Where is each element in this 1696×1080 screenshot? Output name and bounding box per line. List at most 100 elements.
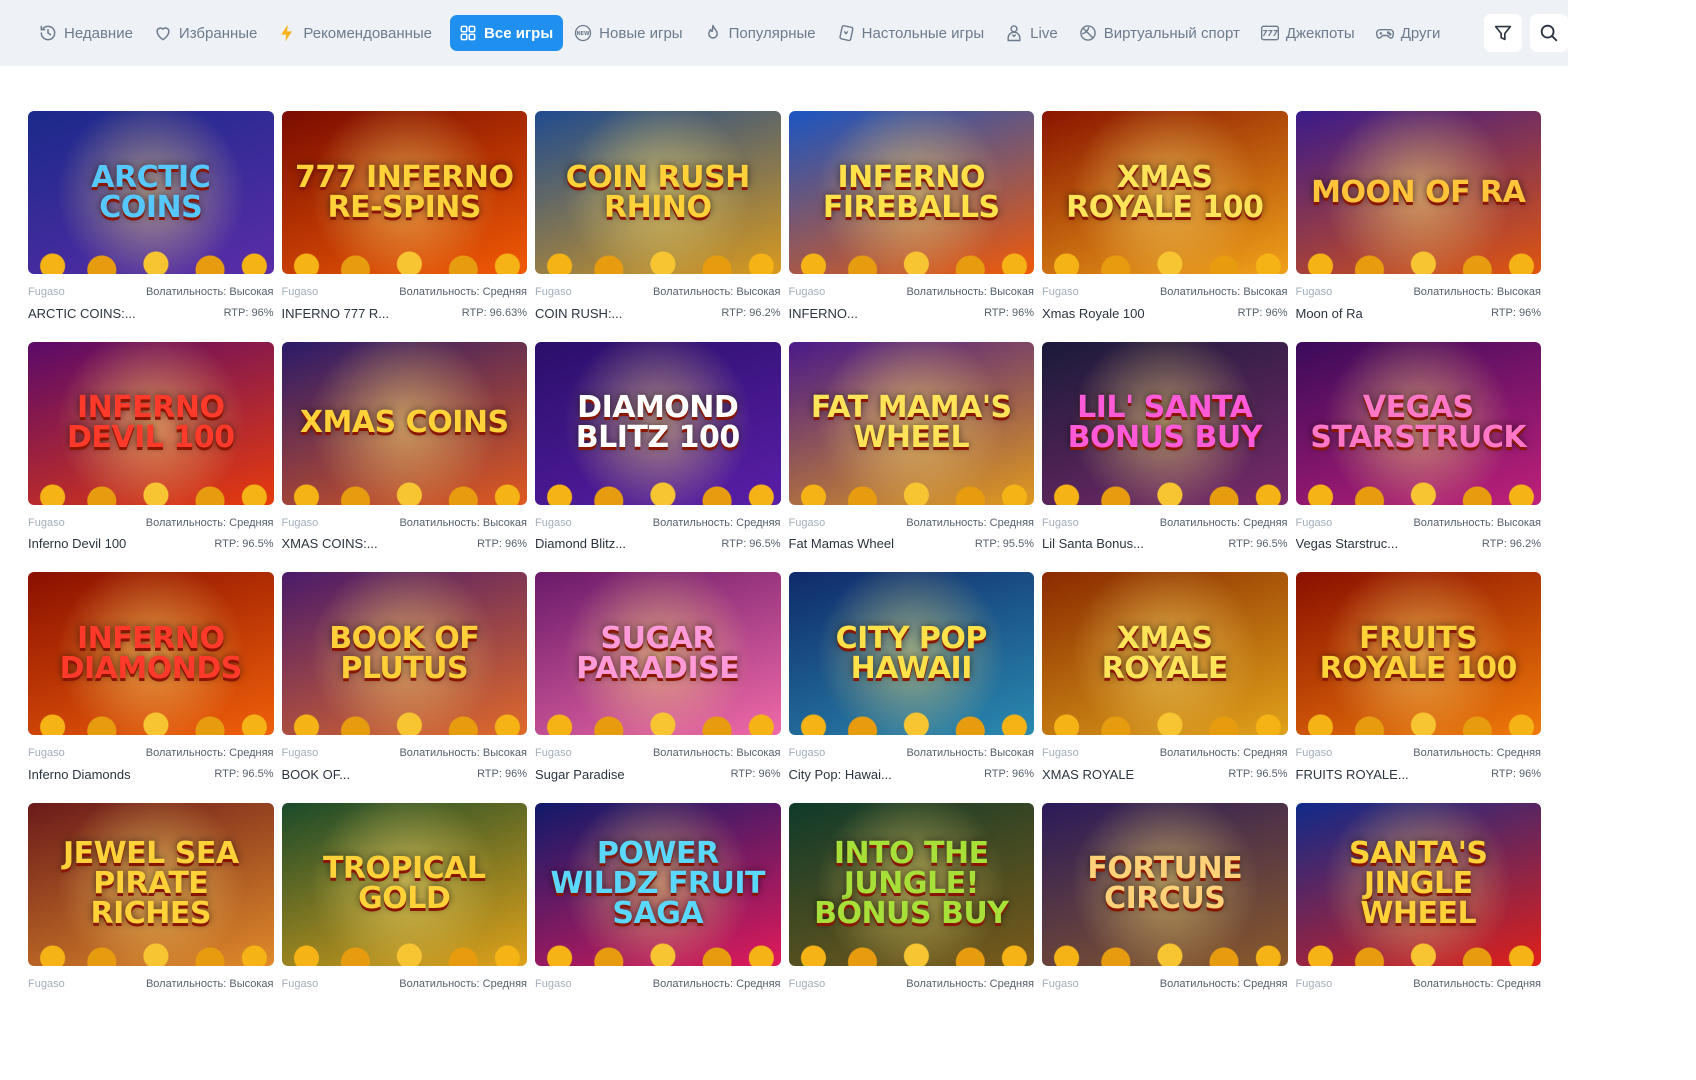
game-meta-top: Fugaso Волатильность: Средняя (282, 285, 528, 299)
game-name[interactable]: COIN RUSH:... (535, 306, 622, 321)
game-thumbnail[interactable]: Inferno Fireballs (788, 111, 1034, 274)
game-thumbnail[interactable]: Into the Jungle! Bonus Buy (788, 802, 1034, 966)
game-card[interactable]: Xmas Royale Fugaso Волатильность: Средняя X… (1042, 572, 1288, 803)
game-volatility: Волатильность: Средняя (906, 977, 1034, 990)
game-name[interactable]: Sugar Paradise (535, 767, 625, 782)
game-thumbnail[interactable]: Jewel Sea Pirate Riches (28, 802, 274, 966)
game-thumbnail[interactable]: Fat Mama's Wheel (788, 341, 1034, 505)
game-card[interactable]: Book of Plutus Fugaso Волатильность: Высок… (281, 572, 527, 803)
game-thumbnail[interactable]: City Pop Hawaii (788, 572, 1034, 735)
game-name[interactable]: BOOK OF... (282, 767, 351, 782)
game-name[interactable]: Inferno Devil 100 (28, 536, 126, 551)
thumbnail-coins (281, 476, 527, 505)
game-meta-top: Fugaso Волатильность: Высокая (789, 285, 1035, 299)
game-name[interactable]: Xmas Royale 100 (1042, 306, 1145, 321)
game-provider: Fugaso (535, 286, 572, 298)
game-card[interactable]: Arctic Coins Fugaso Волатильность: Высокая… (28, 111, 274, 342)
game-card[interactable]: Into the Jungle! Bonus Buy Fugaso Волатиль… (788, 802, 1034, 1034)
game-meta-bottom: Moon of Ra RTP: 96% (1296, 304, 1542, 322)
game-thumbnail[interactable]: Santa's Jingle Wheel (1295, 802, 1541, 966)
game-thumbnail[interactable]: Xmas Royale (1042, 572, 1288, 735)
game-thumbnail[interactable]: 777 Inferno Re-Spins (281, 111, 527, 274)
game-name[interactable]: FRUITS ROYALE... (1296, 767, 1409, 782)
thumbnail-coins (1295, 937, 1541, 966)
game-thumbnail[interactable]: Moon of Ra (1295, 111, 1541, 274)
game-thumbnail[interactable]: Power Wildz Fruit Saga (535, 802, 781, 966)
game-card[interactable]: Jewel Sea Pirate Riches Fugaso Волатильнос… (28, 802, 274, 1034)
game-card[interactable]: Inferno Diamonds Fugaso Волатильность: Сре… (28, 572, 274, 803)
game-volatility: Волатильность: Высокая (145, 286, 274, 298)
game-card[interactable]: Santa's Jingle Wheel Fugaso Волатильность:… (1295, 802, 1541, 1034)
game-card[interactable]: Inferno Fireballs Fugaso Волатильность: Вы… (788, 111, 1035, 342)
game-card[interactable]: Sugar Paradise Fugaso Волатильность: Высок… (535, 572, 781, 803)
game-card[interactable]: Moon of Ra Fugaso Волатильность: Высокая Mo… (1295, 111, 1542, 342)
game-card[interactable]: Vegas Starstruck Fugaso Волатильность: Выс… (1295, 341, 1541, 573)
game-thumbnail[interactable]: Lil' Santa Bonus Buy (1042, 341, 1288, 505)
game-card[interactable]: Fortune Circus Fugaso Волатильность: Средн… (1042, 802, 1288, 1034)
game-thumbnail[interactable]: Arctic Coins (28, 111, 274, 274)
tab-ball[interactable]: Виртуальный спорт (1076, 15, 1250, 51)
game-name[interactable]: City Pop: Hawai... (789, 767, 892, 782)
game-card[interactable]: 777 Inferno Re-Spins Fugaso Волатильность:… (281, 111, 528, 342)
game-thumbnail[interactable]: Inferno Devil 100 (28, 341, 274, 505)
tab-heart[interactable]: Избранные (151, 15, 267, 51)
game-card[interactable]: Inferno Devil 100 Fugaso Волатильность: Ср… (28, 341, 274, 573)
game-card[interactable]: Tropical Gold Fugaso Волатильность: Средня… (281, 802, 527, 1034)
game-logo-text: Vegas Starstruck (1310, 390, 1527, 455)
game-name[interactable]: INFERNO 777 R... (282, 306, 390, 321)
game-name[interactable]: Inferno Diamonds (28, 767, 131, 782)
game-card[interactable]: Diamond Blitz 100 Fugaso Волатильность: Ср… (535, 341, 781, 573)
game-card[interactable]: Lil' Santa Bonus Buy Fugaso Волатильность:… (1042, 341, 1288, 573)
game-card[interactable]: Fruits Royale 100 Fugaso Волатильность: Ср… (1295, 572, 1541, 803)
game-volatility: Волатильность: Средняя (1159, 516, 1288, 529)
thumbnail-coins (28, 937, 274, 966)
tab-777[interactable]: 777 Джекпоты (1258, 15, 1365, 51)
game-name[interactable]: Diamond Blitz... (535, 536, 626, 551)
tab-lightning[interactable]: Рекомендованные (275, 15, 442, 51)
game-thumbnail[interactable]: Fruits Royale 100 (1295, 572, 1541, 735)
game-card[interactable]: City Pop Hawaii Fugaso Волатильность: Высо… (788, 572, 1034, 803)
game-card[interactable]: Coin Rush Rhino Fugaso Волатильность: Высо… (535, 111, 781, 342)
game-rtp: RTP: 96% (477, 768, 527, 780)
game-logo-text: Sugar Paradise (576, 620, 740, 686)
search-button[interactable] (1530, 14, 1568, 52)
game-name[interactable]: INFERNO... (789, 306, 858, 321)
tab-new-badge[interactable]: NEW Новые игры (571, 15, 692, 51)
game-thumbnail[interactable]: Inferno Diamonds (28, 572, 274, 735)
game-thumbnail[interactable]: Coin Rush Rhino (535, 111, 781, 274)
game-thumbnail[interactable]: Vegas Starstruck (1295, 341, 1541, 505)
game-thumbnail[interactable]: Fortune Circus (1042, 802, 1288, 966)
game-thumbnail[interactable]: Xmas Coins (281, 341, 527, 505)
777-icon: 777 (1260, 23, 1280, 43)
game-volatility: Волатильность: Высокая (145, 977, 274, 990)
thumbnail-coins (788, 937, 1034, 966)
game-card[interactable]: Xmas Coins Fugaso Волатильность: Высокая XM… (281, 341, 527, 573)
tab-fire[interactable]: Популярные (701, 15, 826, 51)
game-card[interactable]: Power Wildz Fruit Saga Fugaso Волатильност… (535, 802, 781, 1034)
tab-history[interactable]: Недавние (36, 15, 143, 51)
game-thumbnail[interactable]: Book of Plutus (281, 572, 527, 735)
tab-label: Виртуальный спорт (1103, 24, 1240, 42)
game-card[interactable]: Fat Mama's Wheel Fugaso Волатильность: Сре… (788, 341, 1034, 573)
game-logo-text: Into the Jungle! Bonus Buy (814, 836, 1009, 931)
game-volatility: Волатильность: Средняя (1159, 747, 1288, 759)
game-name[interactable]: Fat Mamas Wheel (789, 536, 894, 551)
filter-button[interactable] (1484, 14, 1522, 52)
game-rtp: RTP: 96% (1491, 307, 1541, 319)
game-thumbnail[interactable]: Sugar Paradise (535, 572, 781, 735)
game-name[interactable]: XMAS ROYALE (1042, 767, 1134, 782)
tab-cards[interactable]: Настольные игры (834, 15, 995, 51)
game-provider: Fugaso (1295, 747, 1333, 759)
game-name[interactable]: ARCTIC COINS:... (28, 306, 136, 321)
game-card[interactable]: Xmas Royale 100 Fugaso Волатильность: Высо… (1042, 111, 1288, 342)
game-name[interactable]: XMAS COINS:... (282, 536, 378, 551)
game-name[interactable]: Vegas Starstruc... (1296, 536, 1399, 551)
game-name[interactable]: Lil Santa Bonus... (1042, 536, 1144, 551)
game-thumbnail[interactable]: Diamond Blitz 100 (535, 341, 781, 505)
game-thumbnail[interactable]: Tropical Gold (281, 802, 527, 966)
game-thumbnail[interactable]: Xmas Royale 100 (1042, 111, 1288, 274)
tab-grid[interactable]: Все игры (450, 15, 564, 51)
game-name[interactable]: Moon of Ra (1296, 306, 1363, 321)
game-meta-top: Fugaso Волатильность: Высокая (28, 285, 274, 299)
tab-dealer[interactable]: Live (1002, 15, 1068, 51)
